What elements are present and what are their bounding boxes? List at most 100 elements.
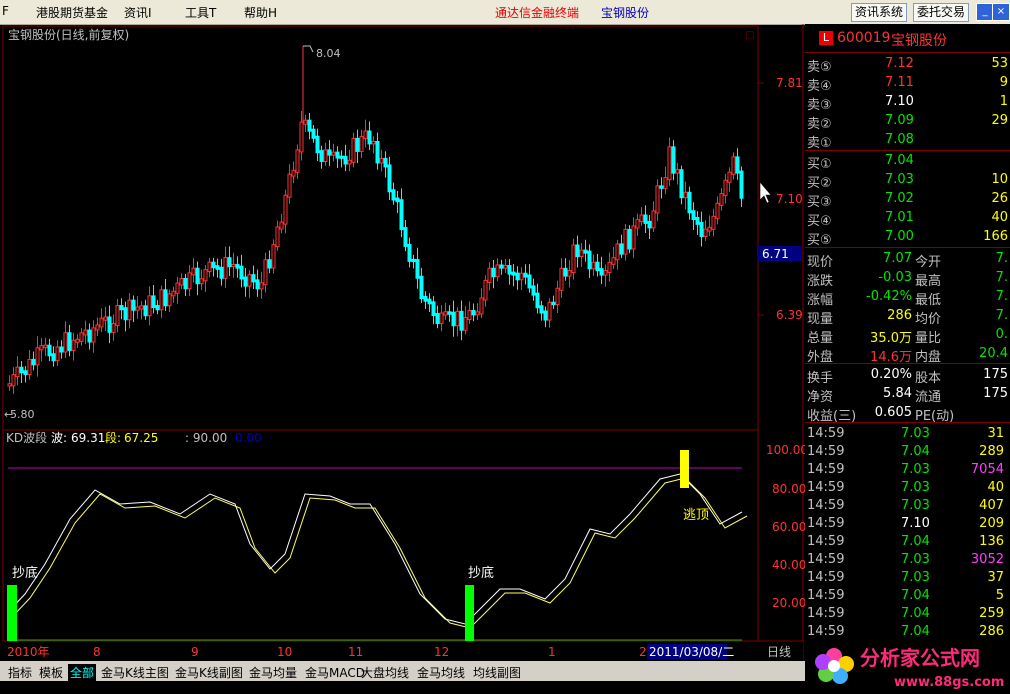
candle-body (99, 317, 104, 328)
bid-price: 7.04 (885, 153, 914, 168)
stat-row: 涨跌 -0.03 最高 7. (805, 269, 1010, 289)
tab-market-ma[interactable]: 大盘均线 (361, 664, 409, 681)
candle-body (467, 309, 472, 321)
close-icon[interactable]: × (992, 3, 1010, 21)
candle-body (67, 332, 72, 351)
candle-body (11, 374, 16, 387)
buy-signal-bar (465, 585, 474, 641)
candle-body (7, 383, 12, 387)
tab-jinma-k-main[interactable]: 金马K线主图 (101, 664, 169, 681)
tick-volume: 136 (979, 534, 1004, 549)
candle-body (163, 289, 168, 307)
candle-body (435, 313, 440, 325)
stat-label: 涨跌 (807, 274, 834, 289)
menu-item-help[interactable]: 帮助H (244, 4, 277, 21)
candle-body (503, 264, 508, 269)
candle-body (279, 221, 284, 230)
tab-indicator[interactable]: 指标 (8, 664, 32, 681)
candle-body (475, 311, 480, 316)
tick-price: 7.03 (901, 570, 930, 585)
candle-body (599, 268, 604, 276)
stat-row: 外盘 14.6万 内盘 20.4 (805, 345, 1010, 365)
bid-row: 买③ 7.02 26 (805, 190, 1010, 210)
tab-template[interactable]: 模板 (39, 664, 63, 681)
candle-body (667, 146, 672, 181)
candle-body (303, 119, 308, 125)
tick-time: 14:59 (807, 552, 845, 567)
corner-icon[interactable]: □ (745, 30, 754, 41)
candle-body (215, 265, 220, 270)
ask-volume: 29 (991, 113, 1008, 128)
stat-label: 今开 (915, 255, 942, 270)
candle-body (399, 199, 404, 231)
candle-body (723, 179, 728, 197)
price-tick: 6.39 (776, 308, 803, 322)
menu-item-news[interactable]: 资讯I (124, 4, 152, 21)
tick-row: 14:59 7.03 407 (805, 497, 1010, 516)
candle-body (655, 185, 660, 214)
candle-body (203, 269, 208, 282)
low-arrow-icon: ← (4, 408, 13, 421)
tab-jinma-k-sub[interactable]: 金马K线副图 (175, 664, 243, 681)
bid-row: 买④ 7.01 40 (805, 209, 1010, 229)
candle-body (259, 282, 264, 290)
candle-body (523, 272, 528, 278)
svg-text:20.00: 20.00 (772, 596, 805, 610)
candle-body (663, 177, 668, 189)
bid-row: 买⑤ 7.00 166 (805, 228, 1010, 248)
ask-label: 卖① (807, 136, 832, 151)
candle-body (91, 327, 96, 343)
tab-ma-sub[interactable]: 均线副图 (473, 664, 521, 681)
stats-divider (805, 363, 1010, 364)
brand-title: 通达信金融终端 (495, 6, 580, 20)
high-marker (303, 45, 314, 53)
candle-body (731, 156, 736, 175)
news-system-button[interactable]: 资讯系统 (851, 3, 908, 22)
buy-signal-bar (7, 585, 17, 641)
candle-body (343, 155, 348, 165)
candle-body (387, 164, 392, 193)
candle-body (79, 332, 84, 342)
stats-divider2 (805, 422, 1010, 423)
tick-volume: 289 (979, 444, 1004, 459)
tick-row: 14:59 7.03 3052 (805, 551, 1010, 570)
tick-time: 14:59 (807, 516, 845, 531)
candle-body (135, 306, 140, 311)
tick-price: 7.04 (901, 606, 930, 621)
tick-time: 14:59 (807, 534, 845, 549)
tab-jinma-ma[interactable]: 金马均线 (417, 664, 465, 681)
candlestick-series (7, 46, 744, 394)
stat-value: 20.4 (979, 346, 1008, 361)
tick-row: 14:59 7.10 209 (805, 515, 1010, 534)
candle-body (611, 257, 616, 265)
tab-all[interactable]: 全部 (68, 664, 97, 681)
trade-order-button[interactable]: 委托交易 (913, 3, 970, 22)
candle-body (647, 220, 652, 229)
stat-label: 均价 (915, 312, 942, 327)
tick-price: 7.03 (901, 426, 930, 441)
book-divider2 (805, 247, 1010, 248)
stat-label: 流通 (915, 390, 942, 405)
kline-chart[interactable]: 宝钢股份(日线,前复权) □ 7.81 7.10 6.39 6.71 8.04 … (0, 24, 805, 661)
stat-value: 0.605 (874, 405, 912, 420)
candle-body (267, 259, 272, 269)
candle-body (183, 278, 188, 290)
menu-item-tools[interactable]: 工具T (185, 4, 216, 21)
candle-body (319, 150, 324, 162)
candle-body (15, 366, 20, 378)
tick-row: 14:59 7.04 289 (805, 443, 1010, 462)
tab-jinma-macd[interactable]: 金马MACD (305, 664, 365, 681)
candle-body (327, 149, 332, 156)
candle-body (431, 301, 436, 317)
svg-text:9: 9 (191, 645, 199, 659)
candle-body (311, 128, 316, 139)
candle-body (247, 274, 252, 287)
candle-body (63, 332, 68, 353)
stat-value: 175 (983, 367, 1008, 382)
book-divider (805, 150, 1010, 151)
candle-body (231, 263, 236, 268)
tick-row: 14:59 7.04 259 (805, 605, 1010, 624)
ask-row: 卖③ 7.10 1 (805, 93, 1010, 113)
tab-jinma-volume[interactable]: 金马均量 (249, 664, 297, 681)
menu-item-futures[interactable]: 港股期货基金 (36, 4, 108, 21)
